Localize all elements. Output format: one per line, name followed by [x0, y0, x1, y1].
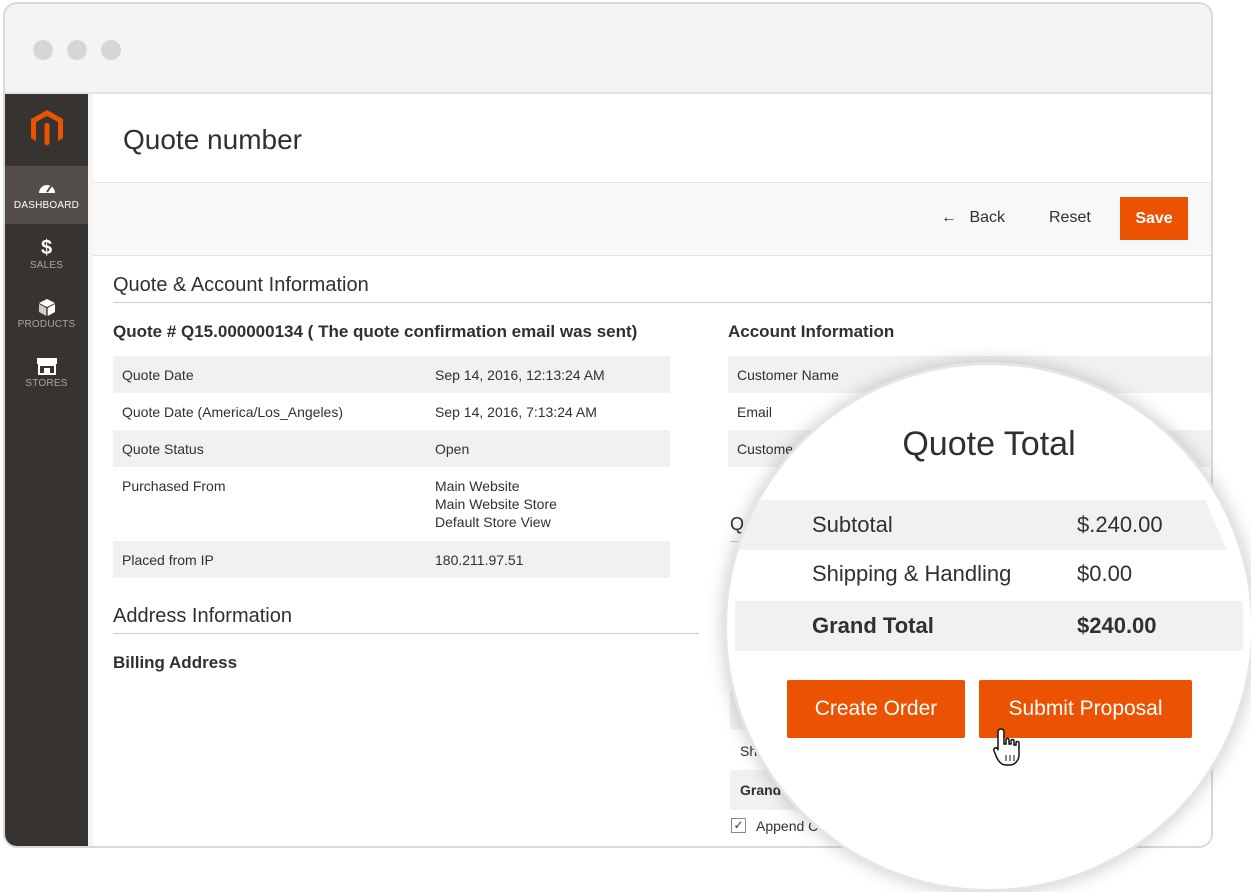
- row-value: Sep 14, 2016, 12:13:24 AM: [435, 366, 605, 383]
- section-divider: [113, 633, 699, 634]
- append-comments-checkbox[interactable]: ✓: [731, 818, 746, 833]
- sidebar-item-label: STORES: [25, 378, 68, 389]
- grand-total-label: Grand Total: [812, 613, 934, 638]
- quote-account-section-title: Quote & Account Information: [113, 274, 369, 296]
- reset-button[interactable]: Reset: [1049, 209, 1091, 227]
- sidebar-item-products[interactable]: PRODUCTS: [5, 285, 88, 343]
- store-icon: [36, 358, 57, 375]
- sidebar-item-label: PRODUCTS: [17, 319, 76, 330]
- row-label: Quote Date (America/Los_Angeles): [122, 403, 343, 420]
- quote-total-title: Quote Total: [902, 425, 1076, 463]
- shipping-value: $0.00: [1077, 561, 1133, 586]
- create-order-button[interactable]: Create Order: [787, 680, 965, 738]
- back-label: Back: [969, 209, 1006, 226]
- sidebar-item-dashboard[interactable]: DASHBOARD: [5, 166, 88, 224]
- address-section-title: Address Information: [113, 605, 292, 627]
- window-dot-icon: [101, 40, 121, 60]
- magento-logo-icon[interactable]: [27, 108, 67, 148]
- grand-total-value: $240.00: [1077, 613, 1157, 638]
- sidebar-item-label: DASHBOARD: [13, 200, 80, 211]
- row-value: Main Website Main Website Store Default …: [426, 467, 670, 541]
- purchased-from-website: Main Website: [435, 478, 520, 494]
- row-label: Placed from IP: [122, 551, 214, 568]
- row-background: [727, 500, 1227, 550]
- row-label: Purchased From: [122, 478, 226, 494]
- page-title: Quote number: [123, 124, 302, 155]
- shipping-row: Shipping & Handling $0.00: [727, 549, 1251, 599]
- table-row: Placed from IP 180.211.97.51: [113, 541, 670, 578]
- row-label: Quote Status: [122, 440, 204, 457]
- row-value: Open: [435, 440, 470, 457]
- subtotal-label: Subtotal: [812, 512, 893, 537]
- sidebar-item-sales[interactable]: $ SALES: [5, 226, 88, 284]
- sidebar-item-label: SALES: [29, 260, 64, 271]
- cube-icon: [38, 299, 55, 316]
- back-button[interactable]: ← Back: [941, 209, 1005, 227]
- hand-pointer-icon: [993, 728, 1020, 766]
- purchased-from-view: Default Store View: [435, 514, 551, 530]
- quote-heading: Quote # Q15.000000134 ( The quote confir…: [113, 322, 638, 341]
- section-divider: [113, 302, 1211, 303]
- account-info-heading: Account Information: [728, 322, 895, 341]
- table-row: Quote Date Sep 14, 2016, 12:13:24 AM: [113, 356, 670, 393]
- arrow-left-icon: ←: [941, 209, 957, 226]
- grand-total-row: Grand Total $240.00: [735, 601, 1243, 651]
- table-row: Purchased From Main Website Main Website…: [113, 467, 670, 541]
- purchased-from-store: Main Website Store: [435, 496, 557, 512]
- window-dot-icon: [67, 40, 87, 60]
- browser-titlebar: [5, 4, 1211, 94]
- quote-total-magnifier: Quote Total Subtotal $.240.00 Shipping &…: [724, 362, 1251, 892]
- save-button[interactable]: Save: [1120, 197, 1188, 240]
- window-dot-icon: [33, 40, 53, 60]
- sidebar-item-stores[interactable]: STORES: [5, 344, 88, 402]
- table-row: Quote Status Open: [113, 430, 670, 467]
- billing-address-heading: Billing Address: [113, 653, 238, 672]
- table-row: Quote Date (America/Los_Angeles) Sep 14,…: [113, 393, 670, 430]
- shipping-label: Shipping & Handling: [812, 561, 1012, 586]
- subtotal-value: $.240.00: [1077, 512, 1163, 537]
- dollar-icon: $: [40, 237, 53, 259]
- subtotal-row: Subtotal $.240.00: [727, 500, 1251, 550]
- dashboard-icon: [38, 185, 55, 193]
- row-value: 180.211.97.51: [435, 551, 524, 568]
- row-value: Sep 14, 2016, 7:13:24 AM: [435, 403, 597, 420]
- page-actions-bar: ← Back Reset Save: [93, 182, 1211, 256]
- quote-info-table: Quote Date Sep 14, 2016, 12:13:24 AM Quo…: [113, 356, 670, 578]
- admin-sidebar: DASHBOARD $ SALES PRODUCTS STORES: [5, 94, 88, 846]
- row-label: Quote Date: [122, 366, 194, 383]
